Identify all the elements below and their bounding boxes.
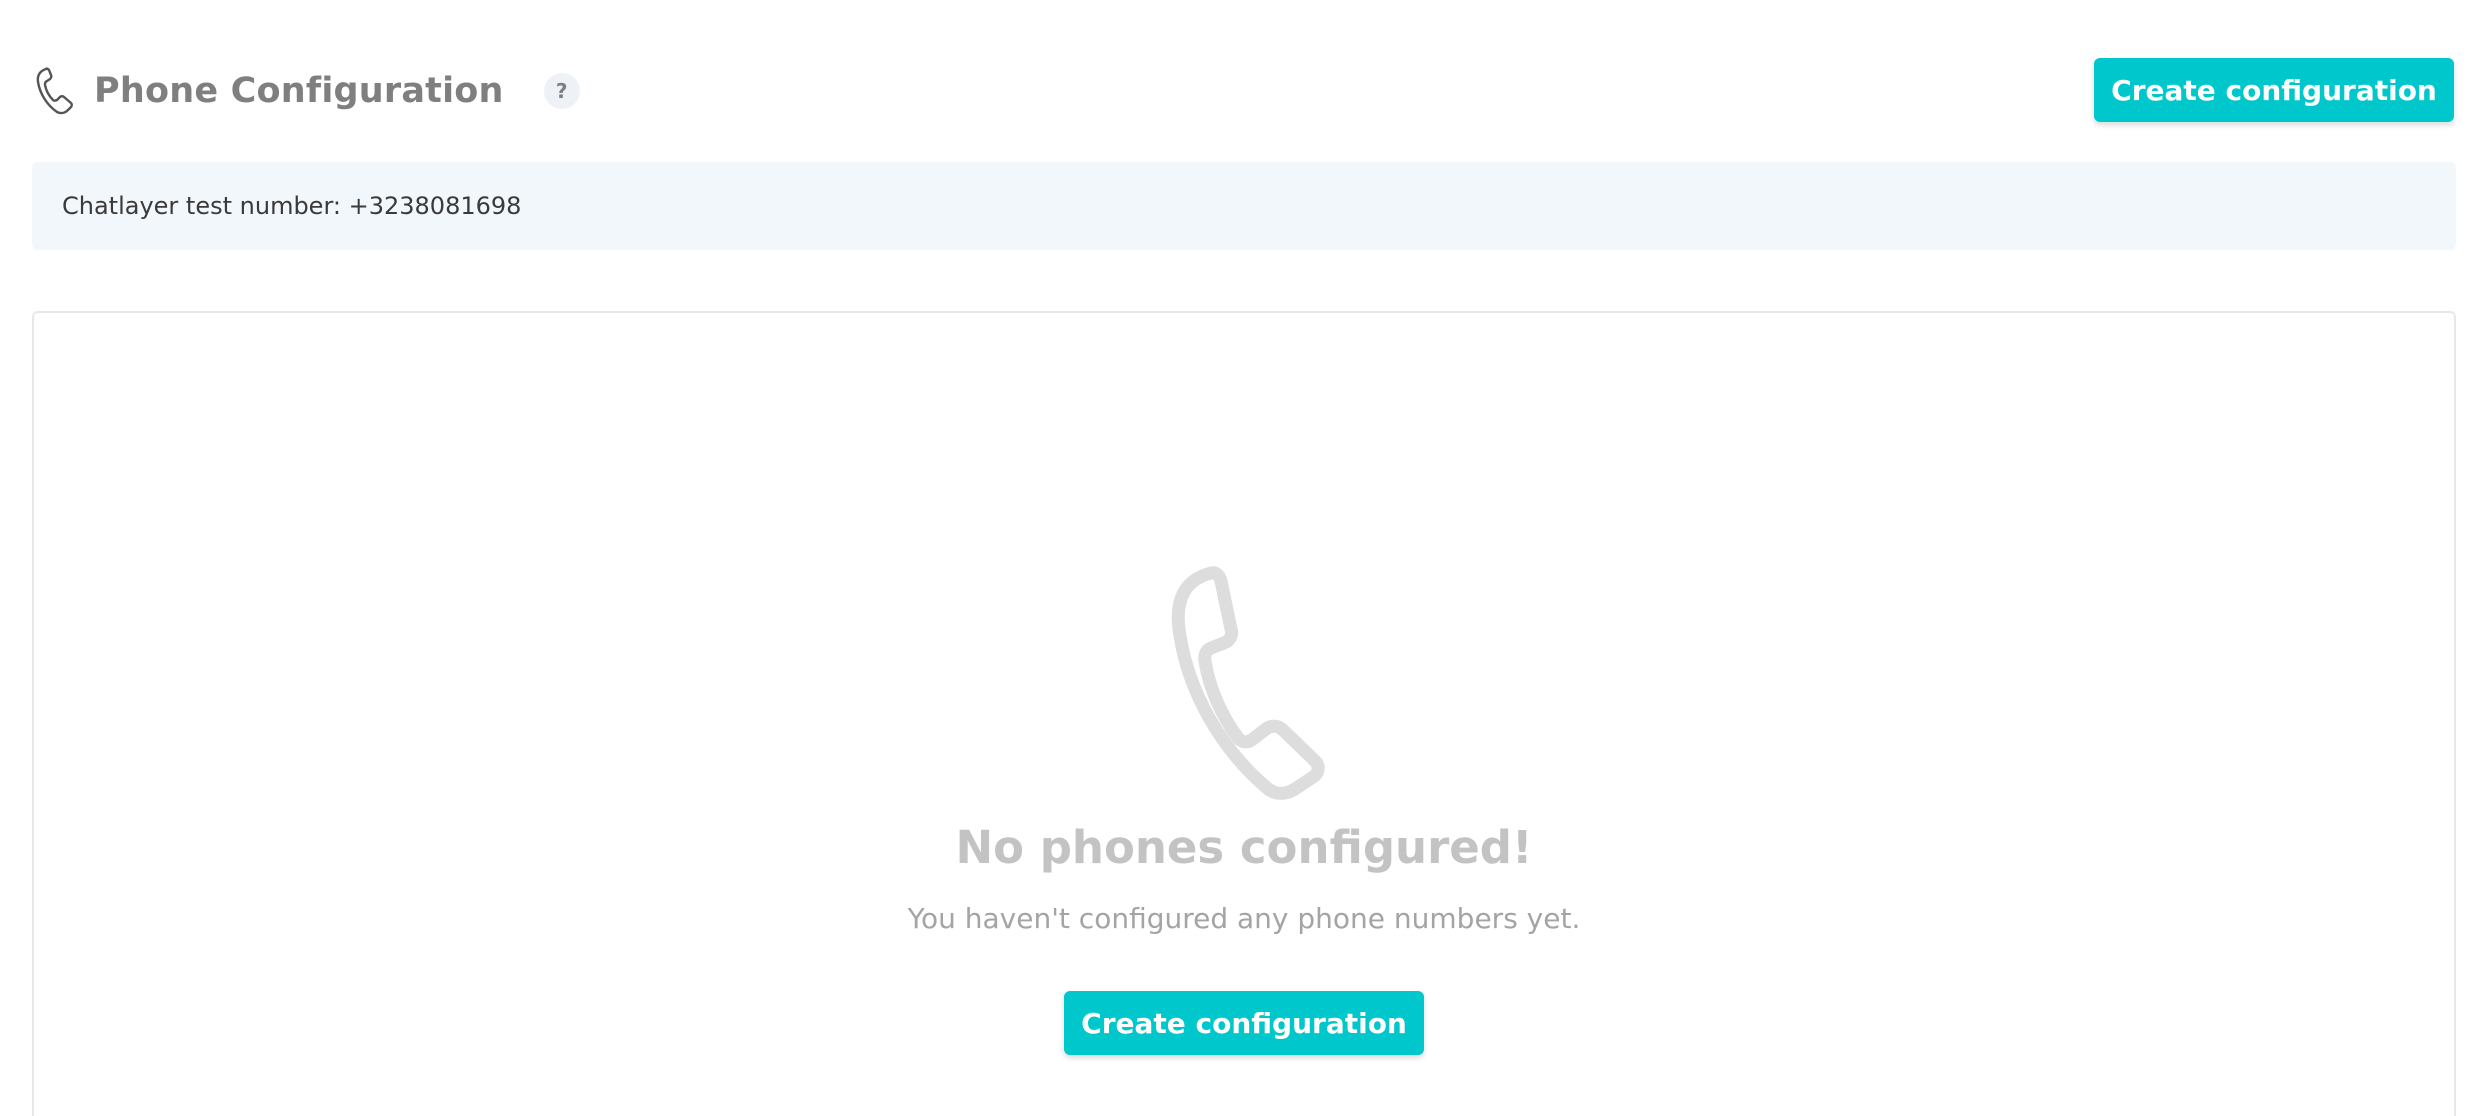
phone-icon bbox=[32, 65, 76, 117]
page-title: Phone Configuration bbox=[94, 71, 504, 111]
empty-state-subtitle: You haven't configured any phone numbers… bbox=[907, 902, 1581, 935]
test-number-banner: Chatlayer test number: +3238081698 bbox=[32, 162, 2456, 250]
help-icon[interactable]: ? bbox=[543, 73, 580, 109]
create-configuration-button[interactable]: Create configuration bbox=[2094, 58, 2454, 122]
empty-state-title: No phones configured! bbox=[955, 821, 1533, 874]
empty-state-create-button[interactable]: Create configuration bbox=[1064, 991, 1424, 1055]
phones-panel: No phones configured! You haven't config… bbox=[32, 311, 2456, 1116]
phone-icon bbox=[1144, 563, 1344, 803]
test-number-text: Chatlayer test number: +3238081698 bbox=[62, 192, 522, 220]
page-header: Phone Configuration ? Create configurati… bbox=[32, 56, 2454, 126]
phone-configuration-page: Phone Configuration ? Create configurati… bbox=[0, 0, 2486, 1116]
empty-state: No phones configured! You haven't config… bbox=[34, 563, 2454, 1055]
